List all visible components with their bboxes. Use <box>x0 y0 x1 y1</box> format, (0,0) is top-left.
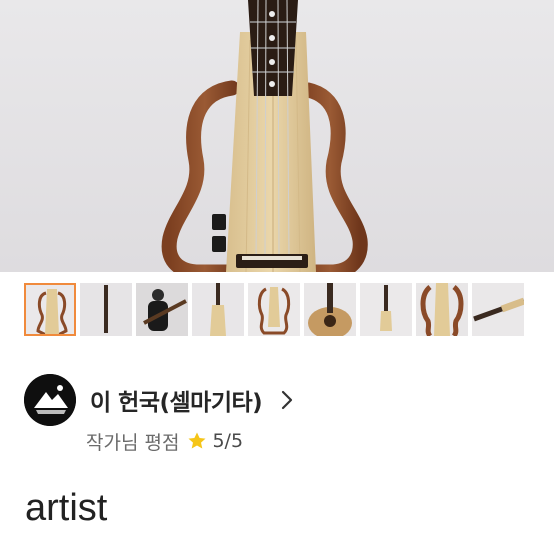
thumbnail-1[interactable] <box>24 283 76 336</box>
thumbnail-6[interactable] <box>304 283 356 336</box>
section-title: artist <box>25 487 108 529</box>
rating-value: 5/5 <box>212 430 244 452</box>
thumbnail-2[interactable] <box>80 283 132 336</box>
rating-label: 작가님 평점 <box>86 431 180 454</box>
thumbnail-7[interactable] <box>360 283 412 336</box>
thumbnail-5[interactable] <box>248 283 300 336</box>
seller-profile-link[interactable]: 이 헌국(셀마기타) <box>24 374 298 426</box>
seller-name: 이 헌국(셀마기타) <box>90 390 263 416</box>
star-icon <box>188 432 206 449</box>
seller-avatar <box>24 374 76 426</box>
product-main-image[interactable] <box>0 0 554 272</box>
seller-rating: 작가님 평점 5/5 <box>86 427 243 455</box>
chevron-right-icon <box>282 390 293 410</box>
thumbnail-8[interactable] <box>416 283 468 336</box>
thumbnail-4[interactable] <box>192 283 244 336</box>
thumbnail-3[interactable] <box>136 283 188 336</box>
thumbnail-9[interactable] <box>472 283 524 336</box>
thumbnail-strip <box>24 283 524 338</box>
